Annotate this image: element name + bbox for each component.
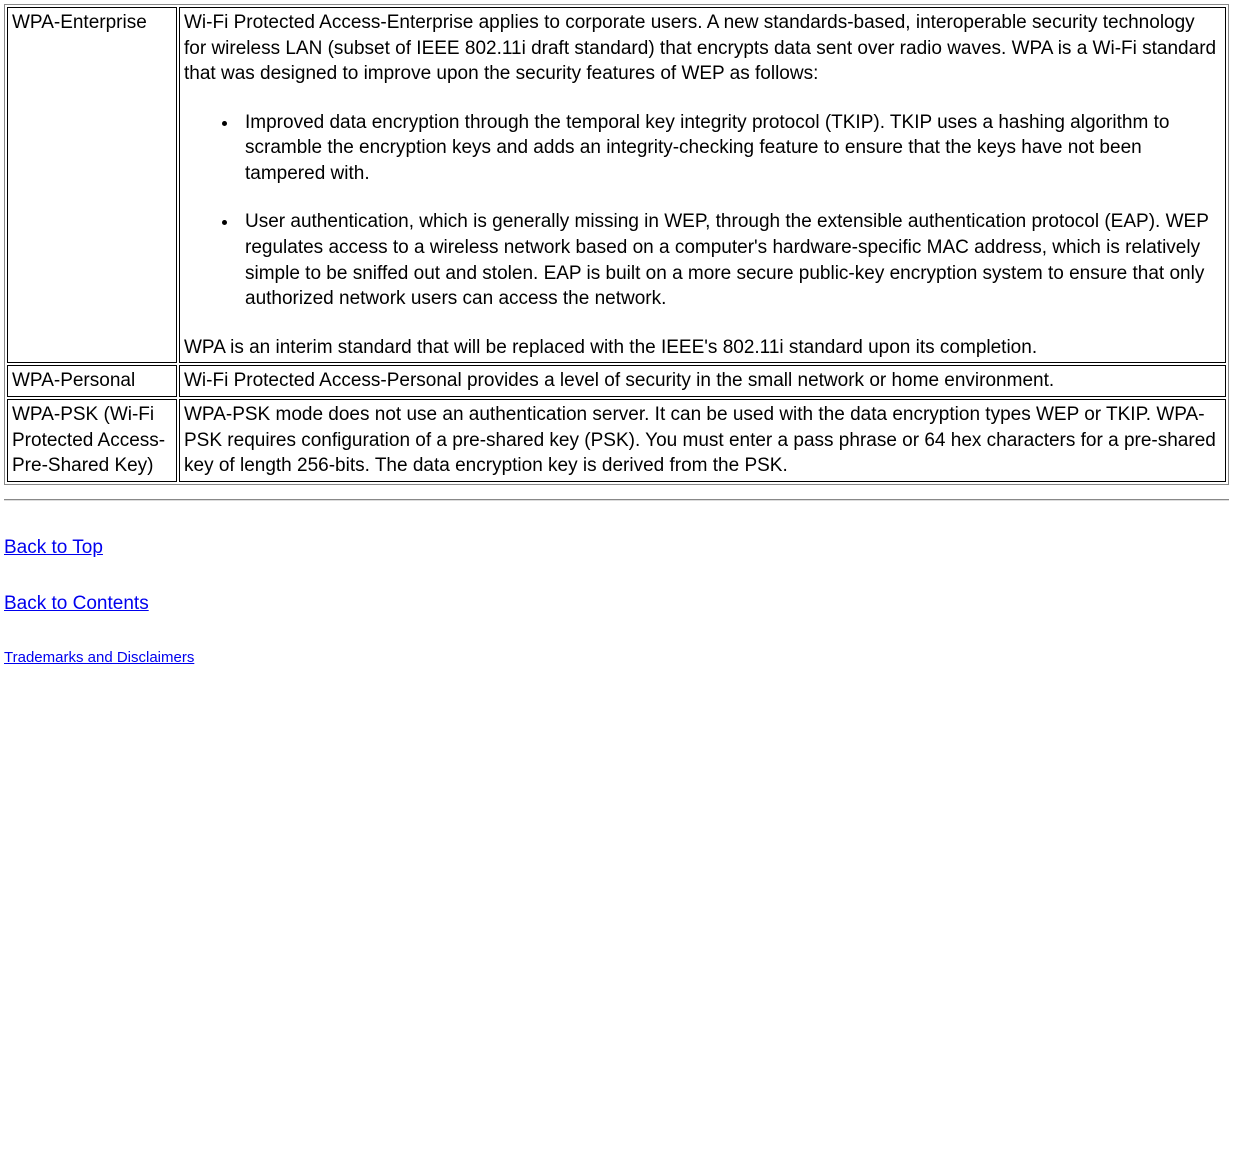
- glossary-table: WPA-Enterprise Wi-Fi Protected Access-En…: [4, 4, 1229, 485]
- definition-list: Improved data encryption through the tem…: [184, 110, 1221, 312]
- definition-outro: WPA is an interim standard that will be …: [184, 335, 1221, 361]
- list-item: Improved data encryption through the tem…: [239, 110, 1221, 187]
- table-row: WPA-Personal Wi-Fi Protected Access-Pers…: [7, 365, 1226, 397]
- back-to-top-link[interactable]: Back to Top: [4, 535, 103, 561]
- definition-cell: WPA-PSK mode does not use an authenticat…: [179, 399, 1226, 482]
- table-row: WPA-PSK (Wi-Fi Protected Access-Pre-Shar…: [7, 399, 1226, 482]
- list-item: User authentication, which is generally …: [239, 209, 1221, 312]
- back-to-contents-link[interactable]: Back to Contents: [4, 591, 149, 617]
- divider: [4, 499, 1229, 501]
- term-cell: WPA-PSK (Wi-Fi Protected Access-Pre-Shar…: [7, 399, 177, 482]
- definition-cell: Wi-Fi Protected Access-Enterprise applie…: [179, 7, 1226, 363]
- term-cell: WPA-Enterprise: [7, 7, 177, 363]
- trademarks-link[interactable]: Trademarks and Disclaimers: [4, 648, 194, 668]
- definition-intro: Wi-Fi Protected Access-Enterprise applie…: [184, 10, 1221, 87]
- table-row: WPA-Enterprise Wi-Fi Protected Access-En…: [7, 7, 1226, 363]
- definition-cell: Wi-Fi Protected Access-Personal provides…: [179, 365, 1226, 397]
- term-cell: WPA-Personal: [7, 365, 177, 397]
